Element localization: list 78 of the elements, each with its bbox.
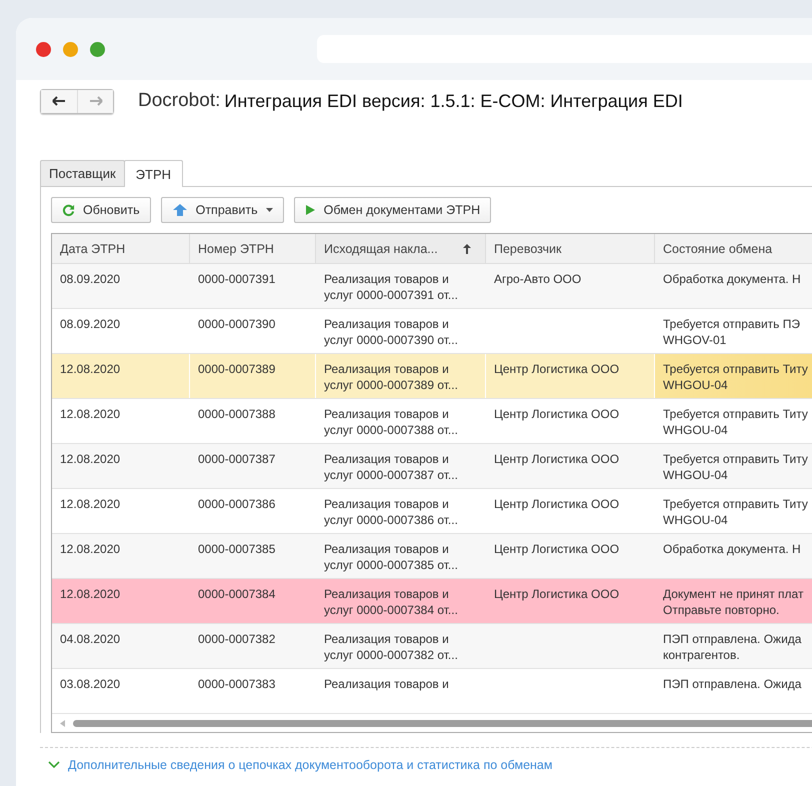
- table-cell: 12.08.2020: [60, 452, 120, 466]
- sort-arrow-icon: [463, 244, 471, 254]
- table-row[interactable]: 12.08.2020 0000-0007385 Реализация товаров и услуг 0000-0007385 от... Центр Логистика ООО Обработка документа. Н: [52, 534, 812, 579]
- table-cell: 12.08.2020: [60, 407, 120, 421]
- scroll-left-icon[interactable]: [60, 720, 65, 726]
- table-cell: Центр Логистика ООО: [494, 497, 620, 511]
- column-header[interactable]: Состояние обмена: [655, 234, 812, 263]
- table-cell: Требуется отправить Титу WHGOU-04: [663, 497, 808, 527]
- table-row[interactable]: 12.08.2020 0000-0007387 Реализация товаров и услуг 0000-0007387 от... Центр Логистика ООО Требуется отправить Титу WHGOU-04: [52, 444, 812, 489]
- table-cell: 0000-0007391: [198, 272, 276, 286]
- table-cell: Реализация товаров и услуг 0000-0007387 от...: [324, 452, 458, 482]
- table-cell: 0000-0007386: [198, 497, 276, 511]
- tab[interactable]: Поставщик: [40, 160, 125, 186]
- table-cell: 0000-0007384: [198, 587, 276, 601]
- table-cell: Обработка документа. Н: [663, 542, 801, 556]
- table-cell: Требуется отправить ПЭ WHGOV-01: [663, 317, 800, 347]
- table-cell: 08.09.2020: [60, 317, 120, 331]
- table-cell: 12.08.2020: [60, 587, 120, 601]
- refresh-icon: [62, 204, 75, 216]
- refresh-button[interactable]: Обновить: [51, 197, 151, 223]
- table-cell: Центр Логистика ООО: [494, 362, 620, 376]
- left-arrow-icon: [52, 96, 66, 106]
- table-cell: Требуется отправить Титу WHGOU-04: [663, 362, 808, 392]
- table-cell: 0000-0007387: [198, 452, 276, 466]
- column-header[interactable]: Исходящая накла...: [316, 234, 486, 263]
- play-icon: [304, 204, 316, 216]
- table-cell: 08.09.2020: [60, 272, 120, 286]
- table-cell: 12.08.2020: [60, 362, 120, 376]
- column-header[interactable]: Перевозчик: [486, 234, 655, 263]
- right-arrow-icon: [88, 96, 102, 106]
- table-row[interactable]: 12.08.2020 0000-0007389 Реализация товаров и услуг 0000-0007389 от... Центр Логистика ООО Требуется отправить Титу WHGOU-04: [52, 354, 812, 399]
- column-header[interactable]: Дата ЭТРН: [52, 234, 190, 263]
- table-row[interactable]: 08.09.2020 0000-0007391 Реализация товаров и услуг 0000-0007391 от... Агро-Авто ООО Обработка документа. Н: [52, 264, 812, 309]
- table-cell: 12.08.2020: [60, 542, 120, 556]
- table-cell: Реализация товаров и услуг 0000-0007385 от...: [324, 542, 458, 572]
- table-cell: 0000-0007389: [198, 362, 276, 376]
- table-cell: Реализация товаров и услуг 0000-0007389 от...: [324, 362, 458, 392]
- table-cell: Реализация товаров и услуг 0000-0007390 от...: [324, 317, 458, 347]
- table-cell: Центр Логистика ООО: [494, 407, 620, 421]
- table-cell: Реализация товаров и услуг 0000-0007384 от...: [324, 587, 458, 617]
- table-cell: 0000-0007383: [198, 677, 276, 691]
- tab[interactable]: ЭТРН: [124, 160, 184, 187]
- table-cell: Агро-Авто ООО: [494, 272, 582, 286]
- caret-icon: [266, 208, 273, 212]
- table-cell: 0000-0007390: [198, 317, 276, 331]
- table-row[interactable]: 12.08.2020 0000-0007384 Реализация товаров и услуг 0000-0007384 от... Центр Логистика ООО Документ не принят плат Отправьте повторно.: [52, 579, 812, 624]
- exchange-button[interactable]: Обмен документами ЭТРН: [294, 197, 492, 223]
- details-link[interactable]: Дополнительные сведения о цепочках документооборота и статистика по обменам: [68, 758, 552, 772]
- table-cell: 12.08.2020: [60, 497, 120, 511]
- table-cell: 03.08.2020: [60, 677, 120, 691]
- table-cell: ПЭП отправлена. Ожида контрагентов.: [663, 632, 802, 662]
- up-arrow-icon: [172, 203, 188, 217]
- table-cell: Центр Логистика ООО: [494, 587, 620, 601]
- table-cell: Центр Логистика ООО: [494, 452, 620, 466]
- app-name: Docrobot:: [138, 90, 220, 112]
- chevron-down-icon: [48, 761, 60, 769]
- table-cell: Документ не принят плат Отправьте повторно.: [663, 587, 804, 617]
- table-cell: 0000-0007388: [198, 407, 276, 421]
- table-cell: 0000-0007385: [198, 542, 276, 556]
- table-cell: Реализация товаров и услуг 0000-0007388 от...: [324, 407, 458, 437]
- table-cell: Реализация товаров и услуг 0000-0007386 от...: [324, 497, 458, 527]
- table-cell: 04.08.2020: [60, 632, 120, 646]
- back-button[interactable]: [41, 90, 77, 112]
- close-icon[interactable]: [36, 42, 51, 56]
- minimize-icon[interactable]: [63, 42, 78, 56]
- table-cell: Требуется отправить Титу WHGOU-04: [663, 452, 808, 482]
- table-cell: Обработка документа. Н: [663, 272, 801, 286]
- table-cell: Центр Логистика ООО: [494, 542, 620, 556]
- maximize-icon[interactable]: [90, 42, 105, 56]
- table-cell: Реализация товаров и услуг 0000-0007382 от...: [324, 632, 458, 662]
- page-title: Интеграция EDI версия: 1.5.1: E-COM: Интеграция EDI: [224, 90, 683, 112]
- table-row[interactable]: 04.08.2020 0000-0007382 Реализация товаров и услуг 0000-0007382 от... ПЭП отправлена. Ожида контрагентов.: [52, 624, 812, 669]
- table-cell: 0000-0007382: [198, 632, 276, 646]
- send-button[interactable]: Отправить: [160, 197, 284, 223]
- table-cell: ПЭП отправлена. Ожида: [663, 677, 802, 691]
- table-cell: Требуется отправить Титу WHGOU-04: [663, 407, 808, 437]
- table-cell: Реализация товаров и услуг 0000-0007391 от...: [324, 272, 458, 302]
- table-cell: Реализация товаров и: [324, 677, 449, 691]
